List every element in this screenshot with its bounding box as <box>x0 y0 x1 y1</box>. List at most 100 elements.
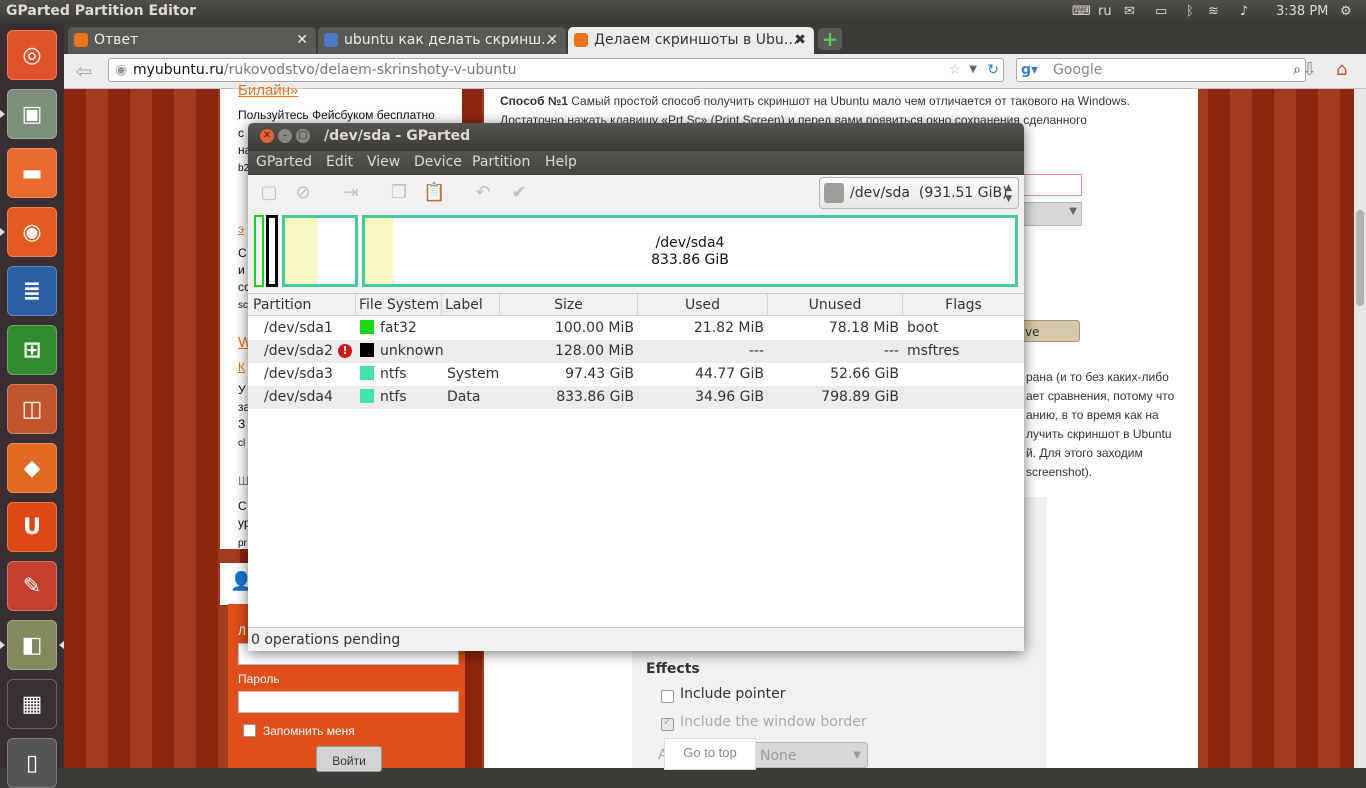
partition-row-sda3[interactable]: /dev/sda3 ntfs System 97.43 GiB 44.77 GiB 52.… <box>248 363 1024 386</box>
article-paragraph: Способ №1 Самый простой способ получить … <box>500 92 1182 111</box>
window-maximize-icon[interactable]: □ <box>296 129 310 143</box>
diskmap-sda1[interactable] <box>254 215 264 287</box>
bookmark-star-icon[interactable]: ☆ <box>948 59 961 81</box>
url-bar[interactable]: ◉ myubuntu.ru/rukovodstvo/delaem-skrinsh… <box>108 58 1004 82</box>
tab-google-search[interactable]: ubuntu как делать скринш… ✕ <box>318 27 566 54</box>
delete-partition-icon[interactable]: ⊘ <box>292 182 314 204</box>
col-partition[interactable]: Partition <box>248 294 356 316</box>
launcher-software-center-icon[interactable]: ◆ <box>7 443 57 493</box>
search-icon[interactable]: ⌕ <box>1293 59 1301 81</box>
bluetooth-icon[interactable]: ᛒ <box>1186 4 1194 19</box>
tab-close-icon[interactable]: ✕ <box>546 27 558 53</box>
keyboard-layout[interactable]: ru <box>1098 4 1112 19</box>
undo-icon[interactable]: ↶ <box>472 182 494 204</box>
col-used[interactable]: Used <box>638 294 768 316</box>
gparted-titlebar[interactable]: ✕ – □ /dev/sda - GParted <box>248 123 1024 151</box>
cell-label: Data <box>447 389 481 405</box>
launcher-libreoffice-calc-icon[interactable]: ⊞ <box>7 325 57 375</box>
menu-view[interactable]: View <box>367 154 400 170</box>
col-label[interactable]: Label <box>442 294 500 316</box>
menu-partition[interactable]: Partition <box>472 154 530 170</box>
menu-gparted[interactable]: GParted <box>256 154 312 170</box>
sidebar-link[interactable]: К <box>238 360 245 374</box>
article-text-line: ает сравнения, потому что <box>1026 389 1175 403</box>
power-icon[interactable]: ⚙ <box>1340 4 1352 19</box>
url-host: myubuntu.ru <box>133 62 224 78</box>
gparted-window: ✕ – □ /dev/sda - GParted GParted Edit Vi… <box>248 123 1024 651</box>
login-username-label: Л <box>238 624 246 638</box>
col-filesystem[interactable]: File System <box>356 294 442 316</box>
apply-checkmark-icon[interactable]: ✔ <box>508 182 530 204</box>
resize-move-icon[interactable]: ⇥ <box>340 182 362 204</box>
menu-help[interactable]: Help <box>545 154 577 170</box>
home-icon[interactable]: ⌂ <box>1336 59 1347 80</box>
sidebar-link[interactable]: э <box>238 222 244 236</box>
diskmap-sda4[interactable]: /dev/sda4 833.86 GiB <box>362 215 1018 287</box>
cell-flags: msftres <box>907 343 960 359</box>
launcher-ubuntu-one-icon[interactable]: U <box>7 502 57 552</box>
reload-icon[interactable]: ↻ <box>987 59 999 81</box>
article-input-fragment[interactable] <box>1018 174 1082 196</box>
keyboard-icon[interactable]: ⌨ <box>1072 4 1091 19</box>
launcher-libreoffice-impress-icon[interactable]: ◫ <box>7 384 57 434</box>
clock[interactable]: 3:38 PM <box>1276 4 1328 19</box>
article-text-line: й. Для этого заходим <box>1026 446 1143 460</box>
page-scrollbar[interactable] <box>1354 89 1366 768</box>
window-close-icon[interactable]: ✕ <box>260 129 274 143</box>
volume-icon[interactable]: ♪ <box>1240 4 1248 19</box>
launcher-trash-icon[interactable]: ▯ <box>7 738 57 788</box>
launcher-files-icon[interactable]: ▬ <box>7 148 57 198</box>
tab-close-icon[interactable]: ✖ <box>794 27 806 53</box>
launcher-gparted-icon[interactable]: ▣ <box>7 89 57 139</box>
cell-size: 128.00 MiB <box>554 343 634 359</box>
copy-icon[interactable]: ❐ <box>388 182 410 204</box>
downloads-icon[interactable]: ⇩ <box>1302 59 1317 80</box>
partition-row-sda2[interactable]: /dev/sda2! unknown 128.00 MiB --- --- msftres <box>248 340 1024 363</box>
login-password-input[interactable] <box>238 691 459 713</box>
mail-icon[interactable]: ✉ <box>1124 4 1135 19</box>
paste-icon[interactable]: 📋 <box>423 182 445 204</box>
article-select-fragment[interactable]: ▼ <box>1018 202 1082 226</box>
globe-icon: ◉ <box>115 62 128 78</box>
back-arrow-icon[interactable]: ⇦ <box>70 59 98 83</box>
tab-screenshots-article[interactable]: Делаем скриншоты в Ubu… ✖ <box>568 27 814 54</box>
effect-select[interactable]: None ▼ <box>754 742 868 768</box>
warning-icon[interactable]: ! <box>338 344 352 358</box>
page-scrollbar-thumb[interactable] <box>1356 210 1364 306</box>
go-to-top-button[interactable]: Go to top <box>664 738 756 770</box>
wifi-icon[interactable]: ≋ <box>1208 4 1219 19</box>
search-bar[interactable]: g▾ Google ⌕ <box>1016 58 1306 82</box>
col-unused[interactable]: Unused <box>768 294 903 316</box>
launcher-system-settings-icon[interactable]: ✎ <box>7 561 57 611</box>
include-pointer-checkbox[interactable] <box>661 690 674 703</box>
col-flags[interactable]: Flags <box>903 294 1024 316</box>
sidebar-link[interactable]: Билайн» <box>238 82 298 99</box>
diskmap-sda2[interactable] <box>266 215 278 287</box>
tab-otvet[interactable]: Ответ ✕ <box>68 27 316 54</box>
history-dropdown-icon[interactable]: ▼ <box>969 59 977 81</box>
window-minimize-icon[interactable]: – <box>278 129 292 143</box>
launcher-workspace-switcher-icon[interactable]: ▦ <box>7 679 57 729</box>
diskmap-sda3[interactable] <box>282 215 358 287</box>
partition-row-sda1[interactable]: /dev/sda1 fat32 100.00 MiB 21.82 MiB 78.18 M… <box>248 317 1024 340</box>
save-button-fragment[interactable]: ve <box>1018 320 1080 342</box>
sidebar-text: и <box>238 263 245 277</box>
battery-icon[interactable]: ▭ <box>1155 4 1167 19</box>
cell-label <box>447 317 499 340</box>
login-submit-button[interactable]: Войти <box>316 746 382 772</box>
tab-close-icon[interactable]: ✕ <box>296 27 308 53</box>
partition-row-sda4[interactable]: /dev/sda4 ntfs Data 833.86 GiB 34.96 GiB 798.… <box>248 386 1024 409</box>
launcher-disk-utility-icon[interactable]: ◧ <box>7 620 57 670</box>
include-border-checkbox[interactable]: ✓ <box>661 715 674 731</box>
col-size[interactable]: Size <box>500 294 638 316</box>
launcher-libreoffice-writer-icon[interactable]: ≣ <box>7 266 57 316</box>
new-tab-plus-icon[interactable]: + <box>818 28 842 50</box>
remember-me-checkbox[interactable] <box>243 724 256 737</box>
menu-edit[interactable]: Edit <box>326 154 353 170</box>
launcher-firefox-icon[interactable]: ◉ <box>7 207 57 257</box>
device-select[interactable]: /dev/sda (931.51 GiB) ▲ ▼ <box>819 177 1019 209</box>
menu-device[interactable]: Device <box>414 154 462 170</box>
google-engine-icon[interactable]: g▾ <box>1021 59 1038 81</box>
new-partition-icon[interactable]: ▢ <box>258 182 280 204</box>
launcher-dash-home-icon[interactable]: ◎ <box>7 30 57 80</box>
